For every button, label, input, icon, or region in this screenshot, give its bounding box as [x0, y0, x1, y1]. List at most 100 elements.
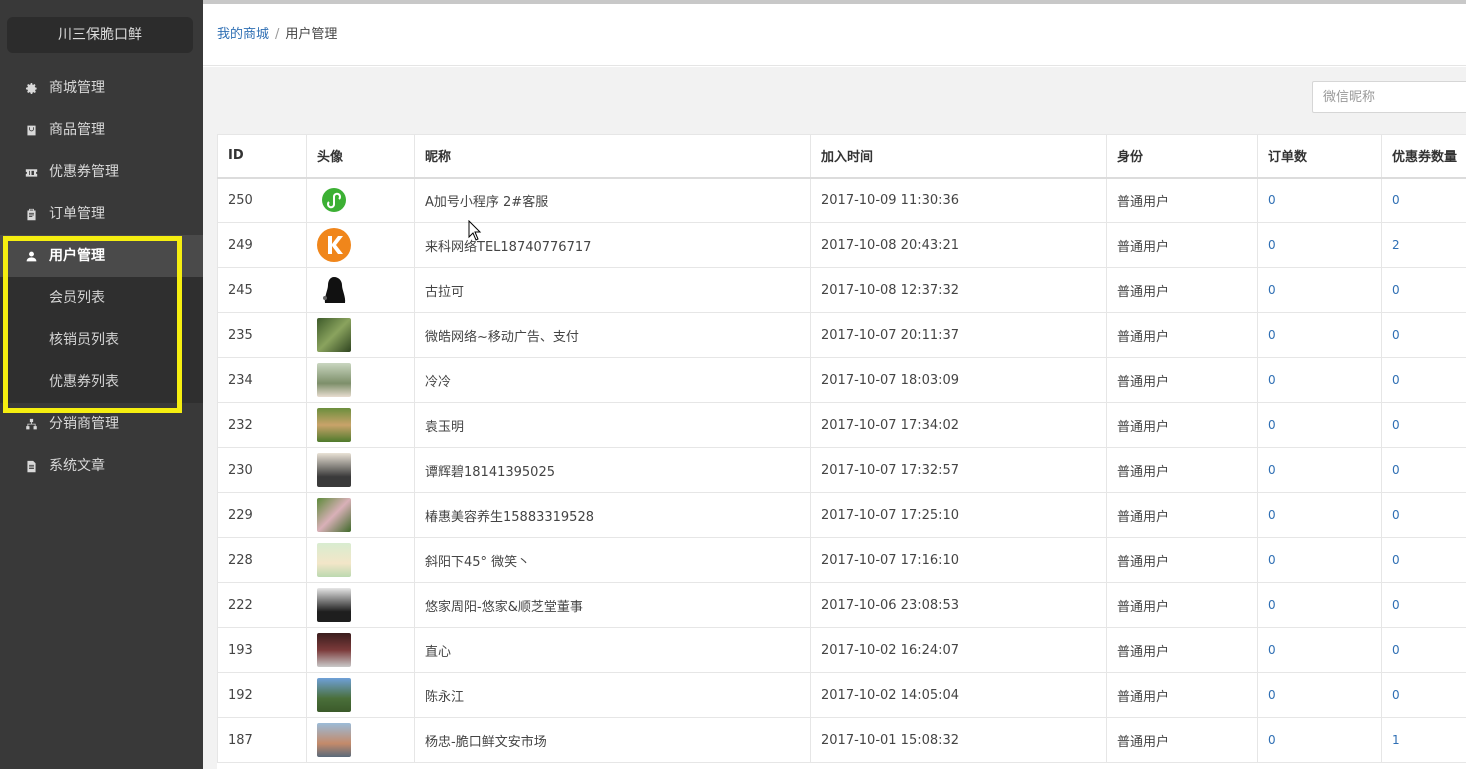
cell-coupons[interactable]: 0	[1381, 357, 1466, 403]
cell-orders[interactable]: 0	[1257, 672, 1382, 718]
cell-coupons[interactable]: 0	[1381, 267, 1466, 313]
table-body: 250 A加号小程序 2#客服 2017-10-09 11:30:36 普通用户 0 0 2…	[217, 177, 1466, 763]
avatar	[317, 453, 351, 487]
cell-orders[interactable]: 0	[1257, 312, 1382, 358]
submenu-item-members[interactable]: 会员列表	[0, 277, 203, 319]
cell-role: 普通用户	[1106, 222, 1258, 268]
table-header-row: ID 头像 昵称 加入时间 身份 订单数 优惠券数量	[217, 134, 1466, 179]
cell-orders[interactable]: 0	[1257, 447, 1382, 493]
cell-role: 普通用户	[1106, 402, 1258, 448]
cell-joined: 2017-10-07 17:25:10	[810, 492, 1107, 538]
table-row: 234 冷冷 2017-10-07 18:03:09 普通用户 0 0	[217, 357, 1466, 403]
sidebar-item-articles[interactable]: 系统文章	[0, 445, 203, 487]
table-row: 192 陈永江 2017-10-02 14:05:04 普通用户 0 0	[217, 672, 1466, 718]
column-header-id[interactable]: ID	[217, 134, 307, 179]
sidebar-menu: 商城管理 商品管理 优惠券管理 订单管理 用户管理 会员列表 核销员列表 优惠券…	[0, 67, 203, 487]
cell-coupons[interactable]: 0	[1381, 672, 1466, 718]
cell-orders[interactable]: 0	[1257, 402, 1382, 448]
cell-avatar	[306, 447, 415, 493]
cell-orders[interactable]: 0	[1257, 357, 1382, 403]
sidebar-item-coupons[interactable]: 优惠券管理	[0, 151, 203, 193]
cell-coupons[interactable]: 1	[1381, 717, 1466, 763]
sidebar-item-products[interactable]: 商品管理	[0, 109, 203, 151]
column-header-nickname[interactable]: 昵称	[414, 134, 811, 179]
cell-role: 普通用户	[1106, 447, 1258, 493]
cell-nickname: 微皓网络~移动广告、支付	[414, 312, 811, 358]
cell-nickname: 直心	[414, 627, 811, 673]
cell-role: 普通用户	[1106, 537, 1258, 583]
cell-coupons[interactable]: 2	[1381, 222, 1466, 268]
cell-avatar	[306, 672, 415, 718]
cell-joined: 2017-10-02 14:05:04	[810, 672, 1107, 718]
cell-avatar	[306, 717, 415, 763]
cell-id: 250	[217, 177, 307, 223]
column-header-coupons[interactable]: 优惠券数量	[1381, 134, 1466, 179]
cell-nickname: 来科网络TEL18740776717	[414, 222, 811, 268]
submenu-item-verifiers[interactable]: 核销员列表	[0, 319, 203, 361]
avatar	[317, 183, 351, 218]
column-header-joined[interactable]: 加入时间	[810, 134, 1107, 179]
cell-id: 192	[217, 672, 307, 718]
avatar	[317, 543, 351, 577]
cell-id: 249	[217, 222, 307, 268]
cell-coupons[interactable]: 0	[1381, 177, 1466, 223]
avatar	[317, 633, 351, 667]
submenu-item-coupon-list[interactable]: 优惠券列表	[0, 361, 203, 403]
cell-coupons[interactable]: 0	[1381, 492, 1466, 538]
cell-coupons[interactable]: 0	[1381, 627, 1466, 673]
cell-coupons[interactable]: 0	[1381, 537, 1466, 583]
cell-coupons[interactable]: 0	[1381, 312, 1466, 358]
sidebar-item-mall[interactable]: 商城管理	[0, 67, 203, 109]
cell-orders[interactable]: 0	[1257, 717, 1382, 763]
cell-avatar	[306, 222, 415, 268]
cell-id: 235	[217, 312, 307, 358]
cell-orders[interactable]: 0	[1257, 582, 1382, 628]
cell-role: 普通用户	[1106, 627, 1258, 673]
avatar	[317, 498, 351, 532]
sidebar: 川三保脆口鲜 商城管理 商品管理 优惠券管理 订单管理 用户管理 会员列表 核销…	[0, 0, 203, 769]
cell-joined: 2017-10-07 17:32:57	[810, 447, 1107, 493]
cell-orders[interactable]: 0	[1257, 267, 1382, 313]
column-header-orders[interactable]: 订单数	[1257, 134, 1382, 179]
avatar	[317, 273, 351, 307]
brand-title[interactable]: 川三保脆口鲜	[7, 17, 193, 53]
avatar	[317, 678, 351, 712]
table-row: 230 谭辉碧18141395025 2017-10-07 17:32:57 普通用户…	[217, 447, 1466, 493]
sidebar-item-label: 优惠券管理	[49, 164, 119, 180]
breadcrumb-home-link[interactable]: 我的商城	[217, 27, 269, 42]
table-row: 250 A加号小程序 2#客服 2017-10-09 11:30:36 普通用户 0 0	[217, 177, 1466, 223]
cell-orders[interactable]: 0	[1257, 537, 1382, 583]
user-icon	[24, 249, 38, 263]
table-row: 229 椿惠美容养生15883319528 2017-10-07 17:25:10 普…	[217, 492, 1466, 538]
cell-orders[interactable]: 0	[1257, 177, 1382, 223]
column-header-avatar[interactable]: 头像	[306, 134, 415, 179]
main-content: ID 头像 昵称 加入时间 身份 订单数 优惠券数量 250 A加号小程序 2#客…	[203, 67, 1466, 769]
table-row: 245 古拉可 2017-10-08 12:37:32 普通用户 0 0	[217, 267, 1466, 313]
cell-id: 232	[217, 402, 307, 448]
cell-joined: 2017-10-09 11:30:36	[810, 177, 1107, 223]
sidebar-item-orders[interactable]: 订单管理	[0, 193, 203, 235]
document-icon	[24, 459, 38, 473]
cell-nickname: 谭辉碧18141395025	[414, 447, 811, 493]
sidebar-item-distributors[interactable]: 分销商管理	[0, 403, 203, 445]
cell-nickname: 袁玉明	[414, 402, 811, 448]
cell-role: 普通用户	[1106, 492, 1258, 538]
table-row: 235 微皓网络~移动广告、支付 2017-10-07 20:11:37 普通用户 0 0	[217, 312, 1466, 358]
cell-coupons[interactable]: 0	[1381, 582, 1466, 628]
sidebar-item-users[interactable]: 用户管理	[0, 235, 203, 277]
cell-id: 245	[217, 267, 307, 313]
cell-role: 普通用户	[1106, 717, 1258, 763]
cell-role: 普通用户	[1106, 312, 1258, 358]
cell-orders[interactable]: 0	[1257, 492, 1382, 538]
app-window: 川三保脆口鲜 商城管理 商品管理 优惠券管理 订单管理 用户管理 会员列表 核销…	[0, 0, 1466, 769]
gear-icon	[24, 81, 38, 95]
sidebar-item-label: 商城管理	[49, 80, 105, 96]
column-header-role[interactable]: 身份	[1106, 134, 1258, 179]
cell-orders[interactable]: 0	[1257, 222, 1382, 268]
cell-orders[interactable]: 0	[1257, 627, 1382, 673]
cell-role: 普通用户	[1106, 177, 1258, 223]
cell-avatar	[306, 177, 415, 223]
cell-coupons[interactable]: 0	[1381, 447, 1466, 493]
nickname-search-input[interactable]	[1312, 81, 1466, 113]
cell-coupons[interactable]: 0	[1381, 402, 1466, 448]
